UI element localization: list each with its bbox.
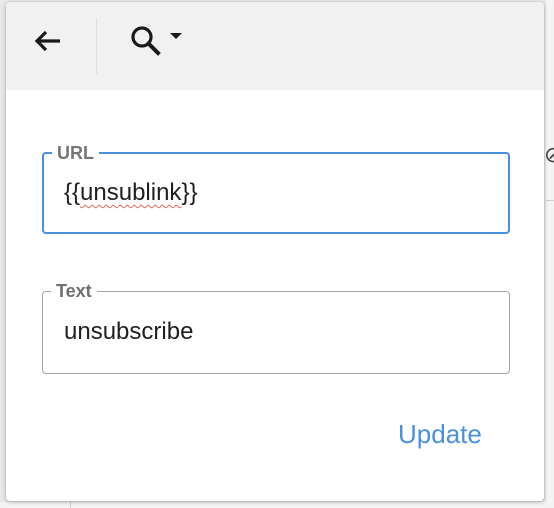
update-button[interactable]: Update [390, 414, 490, 454]
url-prefix: {{ [64, 179, 81, 206]
background-page-bottom [0, 502, 554, 508]
url-label: URL [52, 143, 99, 163]
url-input[interactable]: {{unsublink}} [64, 176, 496, 210]
background-divider [546, 200, 554, 201]
search-dropdown-button[interactable] [122, 16, 190, 66]
url-spellcheck-word: unsublink [80, 179, 182, 206]
background-page [546, 0, 554, 508]
toolbar-divider [96, 18, 97, 74]
text-input[interactable]: unsubscribe [64, 315, 497, 349]
text-label: Text [51, 281, 97, 301]
url-suffix: }} [181, 179, 198, 206]
magnifier-icon [131, 26, 161, 56]
back-button[interactable] [24, 16, 72, 66]
text-field[interactable]: Text unsubscribe [42, 281, 510, 374]
popup-toolbar [6, 2, 544, 90]
link-editor-popup: URL {{unsublink}} Text unsubscribe Updat… [6, 2, 544, 501]
background-partial-glyph: ⊘ [544, 142, 554, 167]
caret-down-icon [170, 33, 182, 39]
arrow-left-icon [34, 30, 60, 52]
url-field[interactable]: URL {{unsublink}} [42, 143, 510, 234]
background-tick [70, 500, 71, 508]
